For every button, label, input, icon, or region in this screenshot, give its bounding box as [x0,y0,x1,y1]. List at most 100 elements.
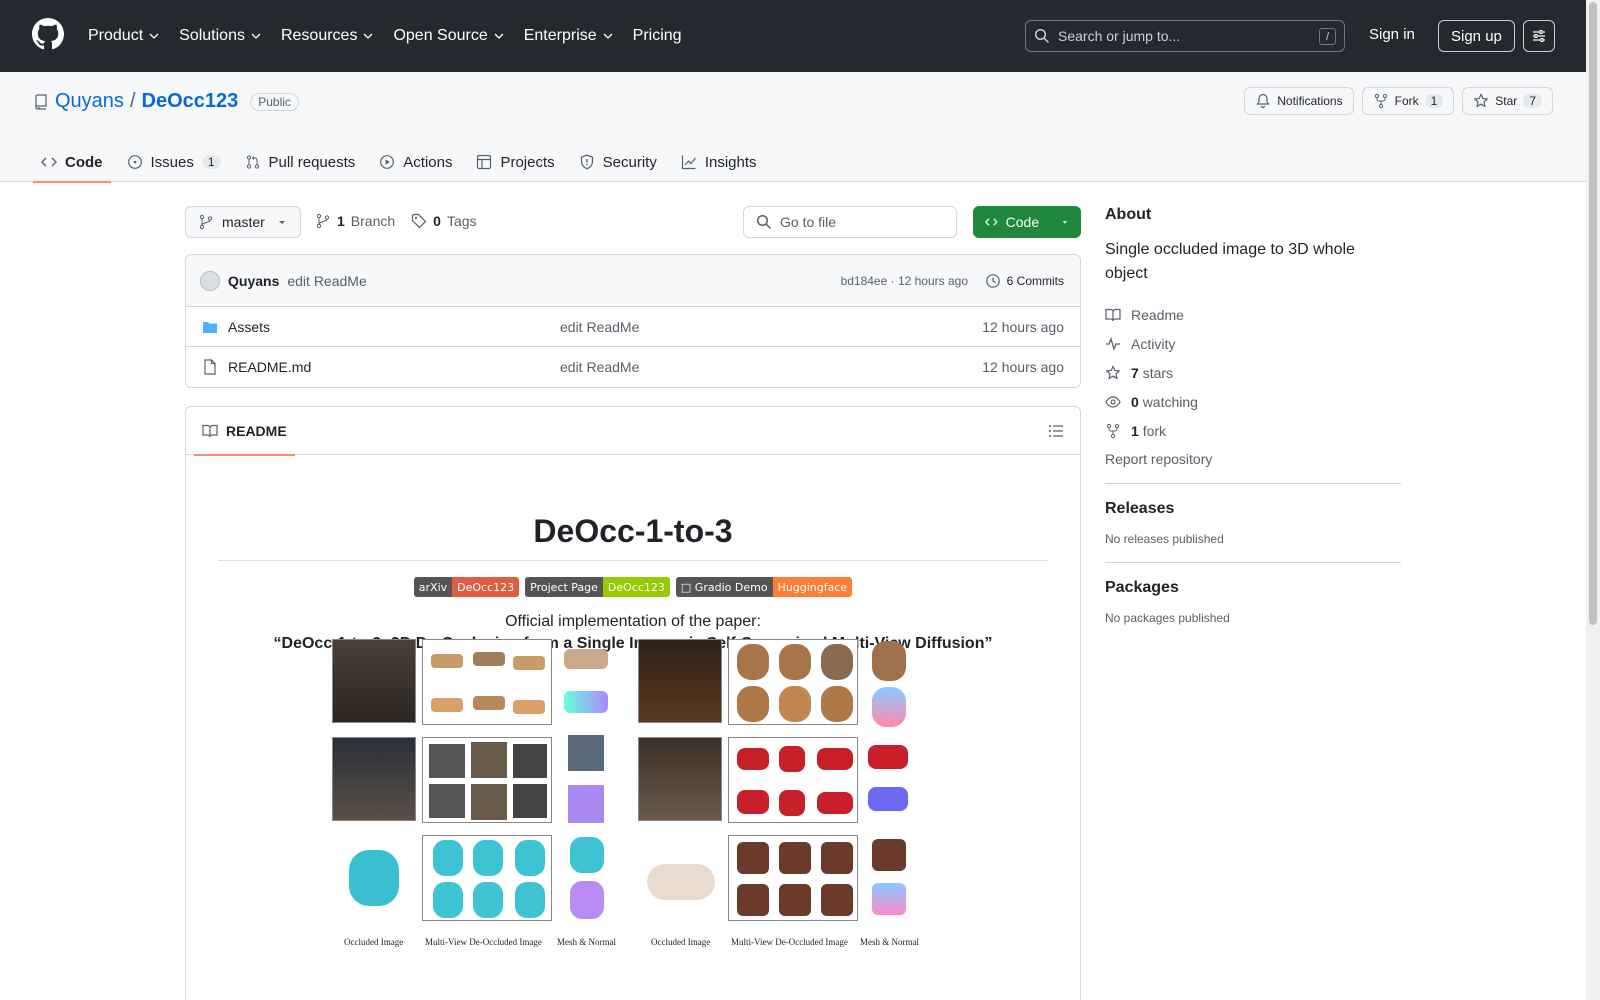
file-row[interactable]: Assets edit ReadMe 12 hours ago [186,307,1080,347]
repo-owner-link[interactable]: Quyans [55,90,124,113]
table-icon [477,154,492,170]
badge-row: arXiv DeOcc123 Project Page DeOcc123 □ Gra… [218,577,1048,597]
gradio-demo-badge[interactable]: □ Gradio Demo Huggingface [675,577,853,597]
occluded-image [638,639,722,723]
history-icon [985,273,1000,288]
readme-header: README [186,407,1080,456]
readme-link[interactable]: Readme [1105,300,1401,329]
releases-empty: No releases published [1105,532,1224,546]
nav-solutions[interactable]: Solutions [179,27,261,45]
tab-security[interactable]: Security [571,142,665,182]
releases-heading[interactable]: Releases [1105,500,1401,518]
project-page-badge[interactable]: Project Page DeOcc123 [525,577,670,597]
chevron-down-icon [494,33,504,39]
search-placeholder: Search or jump to... [1058,28,1181,44]
multiview-image [728,737,858,823]
branch-selector[interactable]: master [185,206,301,238]
tab-pull-requests[interactable]: Pull requests [237,142,364,182]
caption-occluded: Occluded Image [651,937,711,947]
nav-resources[interactable]: Resources [281,27,373,45]
tags-link[interactable]: 0 Tags [411,213,477,229]
star-icon [1473,93,1489,108]
sliders-icon [1533,30,1545,42]
caption-occluded: Occluded Image [344,937,404,947]
file-icon [204,359,216,375]
fork-count: 1 [1424,94,1444,108]
avatar[interactable] [200,270,220,291]
watching-link[interactable]: 0 watching [1105,387,1401,416]
readme-title: DeOcc-1-to-3 [218,513,1048,561]
about-links: Readme Activity 7 stars 0 watching 1 for… [1105,300,1401,445]
commit-meta[interactable]: bd184ee · 12 hours ago [841,274,968,288]
branch-tag-info: 1 Branch 0 Tags [315,213,477,229]
scrollbar-thumb[interactable] [1589,2,1597,625]
caption-multiview: Multi-View De-Occluded Image [425,937,542,947]
occluded-image [332,639,416,723]
code-dropdown-button[interactable]: Code [973,206,1081,238]
nav-product[interactable]: Product [88,27,159,45]
file-commit-message[interactable]: edit ReadMe [560,319,639,335]
tag-icon [412,213,427,229]
nav-pricing[interactable]: Pricing [633,27,682,45]
commit-message[interactable]: edit ReadMe [287,273,366,289]
tab-insights[interactable]: Insights [673,142,765,182]
global-header: Product Solutions Resources Open Source … [0,0,1586,72]
occluded-image [332,737,416,821]
list-icon[interactable] [1048,423,1064,439]
branches-link[interactable]: 1 Branch [315,213,395,229]
repo-name-link[interactable]: DeOcc123 [142,90,239,113]
stars-link[interactable]: 7 stars [1105,358,1401,387]
occluded-image [332,835,416,919]
sign-in-link[interactable]: Sign in [1369,26,1415,43]
file-name[interactable]: README.md [228,359,311,375]
github-logo-icon[interactable] [32,18,64,50]
file-commit-message[interactable]: edit ReadMe [560,359,639,375]
caret-down-icon [1062,221,1068,224]
normal-image [568,785,604,823]
notifications-button[interactable]: Notifications [1244,87,1354,115]
packages-empty: No packages published [1105,611,1230,625]
repo-separator: / [129,90,136,112]
chevron-down-icon [149,33,159,39]
sign-up-button[interactable]: Sign up [1438,20,1515,52]
fork-button[interactable]: Fork 1 [1361,87,1455,115]
caption-mesh-normal: Mesh & Normal [557,937,616,947]
go-to-file-input[interactable]: Go to file [743,206,957,238]
tab-code[interactable]: Code [33,142,111,183]
multiview-image [422,835,552,921]
activity-link[interactable]: Activity [1105,329,1401,358]
normal-image [872,687,906,727]
divider [1105,483,1401,484]
repo-title: Quyans / DeOcc123 Public [33,90,299,113]
search-input[interactable]: Search or jump to... / [1025,20,1345,52]
issue-icon [127,155,142,169]
arxiv-badge[interactable]: arXiv DeOcc123 [413,577,520,597]
play-circle-icon [380,155,395,169]
pull-request-icon [246,155,259,169]
search-icon [1034,28,1050,44]
file-row[interactable]: README.md edit ReadMe 12 hours ago [186,347,1080,387]
tab-actions[interactable]: Actions [371,142,460,182]
nav-enterprise[interactable]: Enterprise [524,27,613,45]
file-name[interactable]: Assets [228,319,270,335]
sidebar: About Single occluded image to 3D whole … [1105,206,1401,625]
page-scrollbar[interactable] [1586,0,1600,1000]
multiview-image [422,737,552,823]
normal-image [868,787,908,811]
commit-author[interactable]: Quyans [228,273,279,289]
book-icon [202,424,218,438]
menu-toggle-button[interactable] [1523,20,1555,52]
tab-issues[interactable]: Issues 1 [119,142,229,182]
commits-link[interactable]: 6 Commits [985,273,1064,289]
repo-actions: Notifications Fork 1 Star 7 [1244,87,1553,115]
packages-heading[interactable]: Packages [1105,579,1401,597]
forks-link[interactable]: 1 fork [1105,416,1401,445]
search-icon [756,214,772,230]
tab-projects[interactable]: Projects [468,142,562,182]
readme-tab[interactable]: README [194,407,295,456]
report-repository-link[interactable]: Report repository [1105,451,1401,467]
normal-image [564,691,608,713]
branch-icon [316,213,330,229]
star-button[interactable]: Star 7 [1462,87,1553,115]
nav-open-source[interactable]: Open Source [393,27,504,45]
